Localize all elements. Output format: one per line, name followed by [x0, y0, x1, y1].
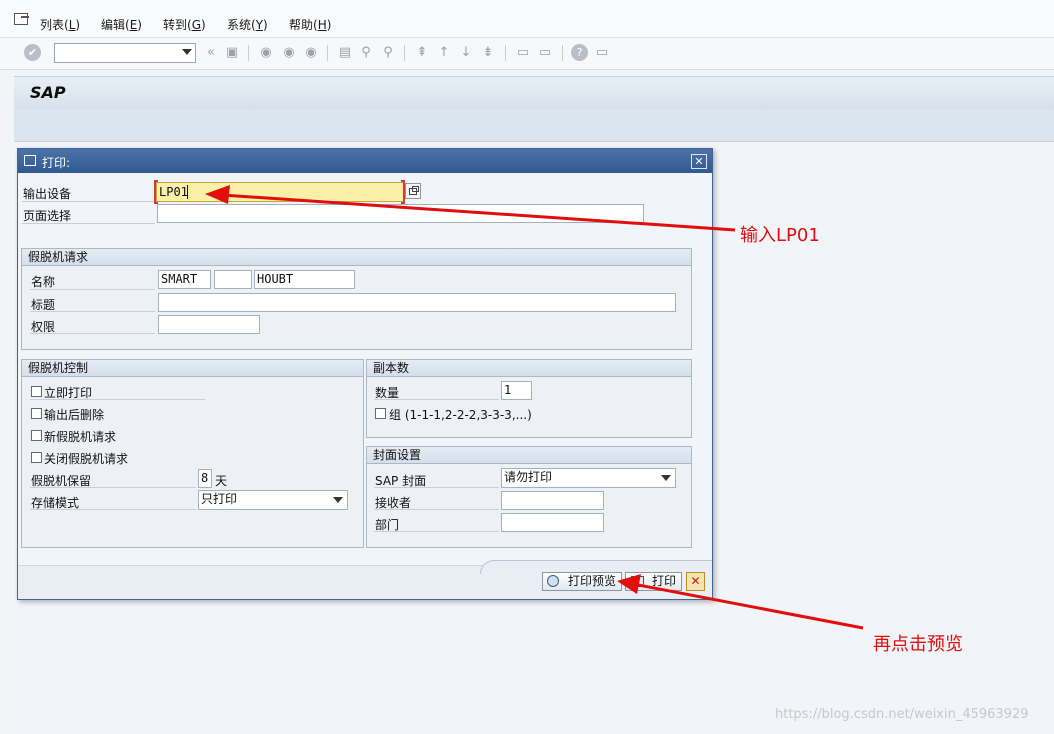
annotation-arrows — [205, 185, 864, 630]
annotation-enter-lp01: 输入LP01 — [740, 225, 820, 246]
arrow-to-preview-button — [617, 574, 864, 630]
arrow-to-output-device — [205, 185, 736, 232]
watermark: https://blog.csdn.net/weixin_45963929 — [775, 707, 1029, 722]
annotation-click-preview: 再点击预览 — [873, 634, 963, 655]
